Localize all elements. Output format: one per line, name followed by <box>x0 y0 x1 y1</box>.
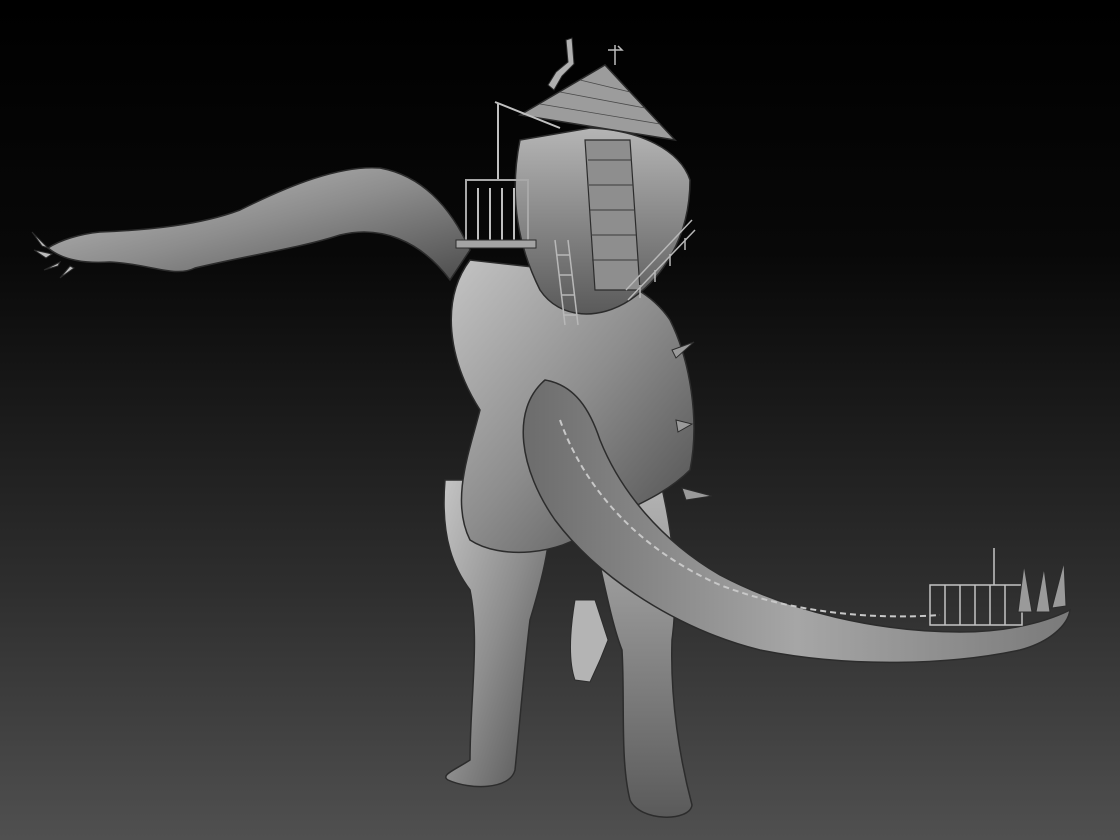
creature-arm <box>46 166 471 282</box>
render-viewport <box>0 0 1120 840</box>
treehouse-wall <box>584 139 641 291</box>
tail-tip-spikes <box>1017 561 1067 613</box>
weather-vane-icon <box>608 45 624 65</box>
tail-tip-platform <box>929 548 1023 626</box>
sculpt-render <box>31 37 1071 818</box>
cage-platform <box>455 239 537 249</box>
creature-hanging-hand <box>570 599 609 683</box>
chimney-pipe <box>547 37 575 91</box>
